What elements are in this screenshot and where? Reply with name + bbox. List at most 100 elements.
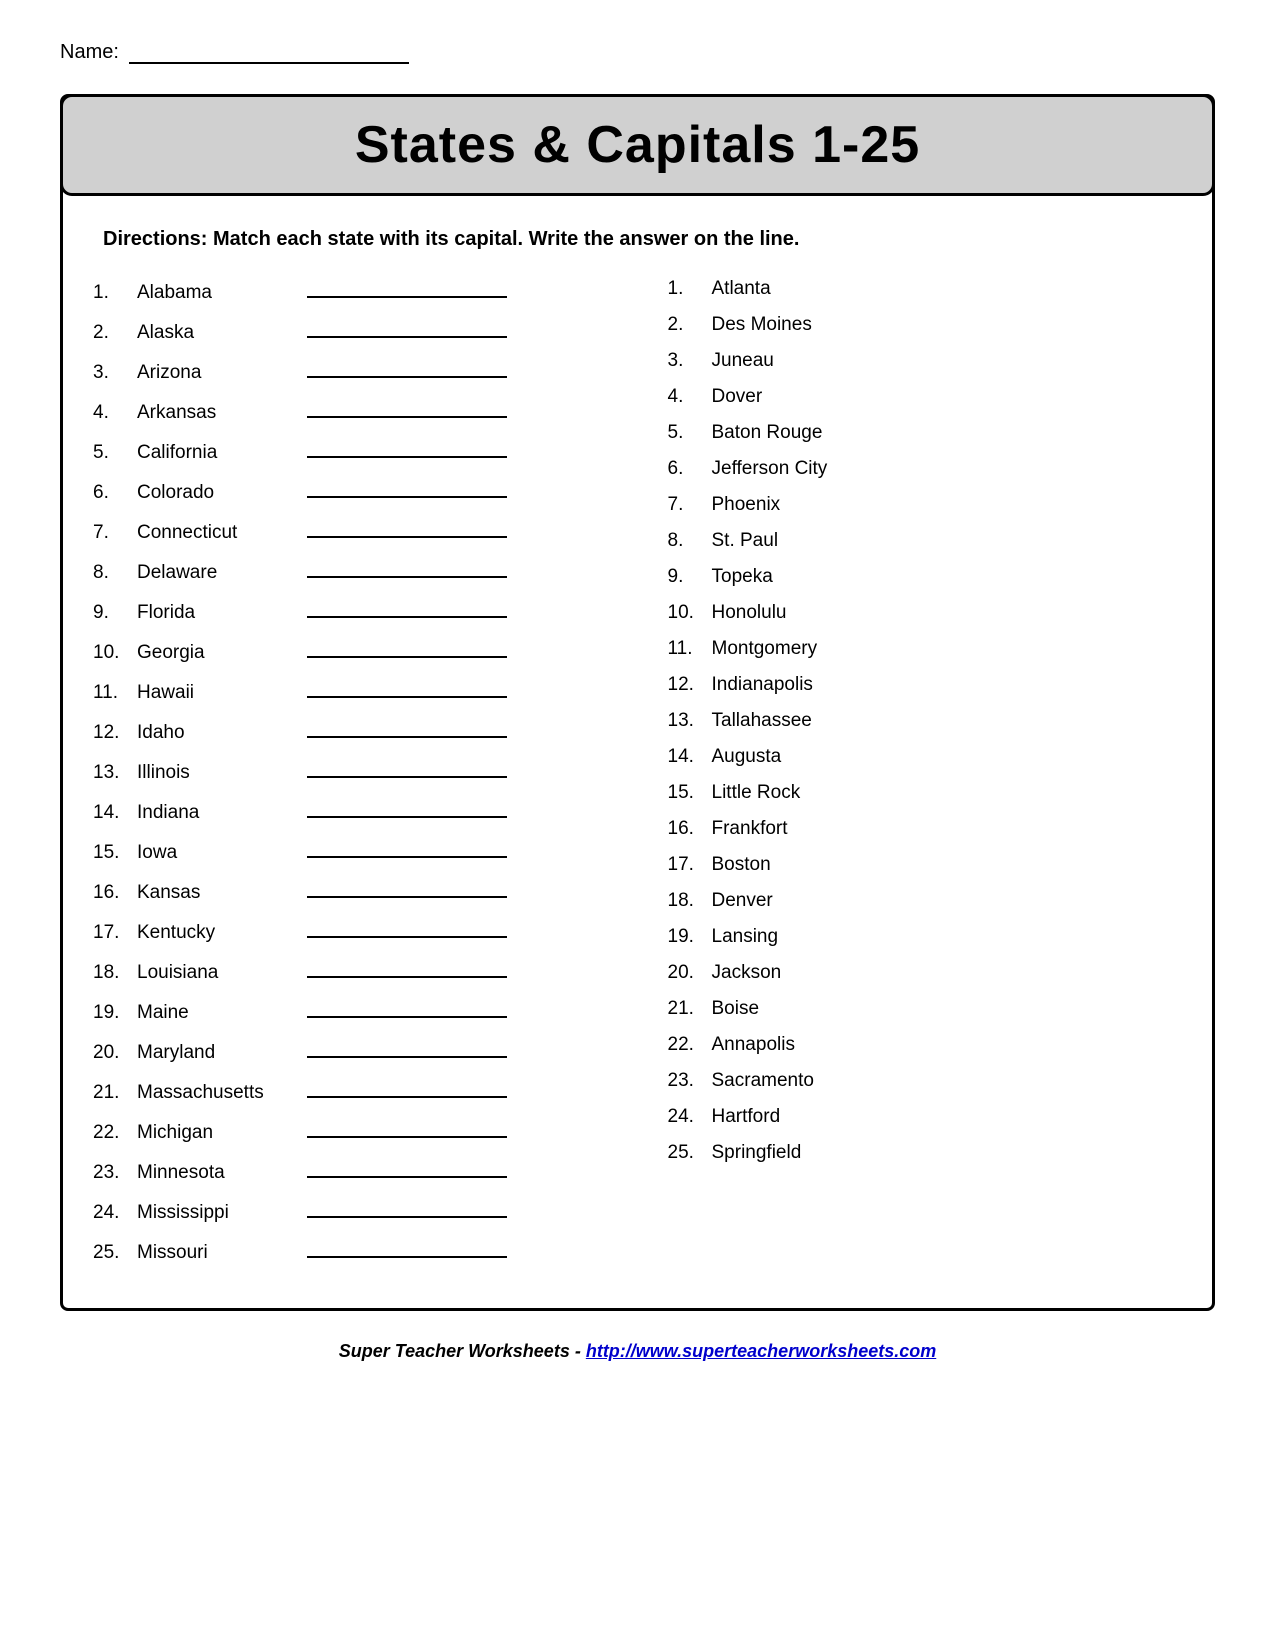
capital-name: St. Paul — [712, 530, 779, 552]
capital-row: 8.St. Paul — [668, 530, 1183, 552]
capital-row: 14.Augusta — [668, 746, 1183, 768]
answer-line[interactable] — [307, 398, 507, 418]
answer-line[interactable] — [307, 478, 507, 498]
capital-num: 23. — [668, 1070, 712, 1092]
capital-num: 25. — [668, 1142, 712, 1164]
state-num: 1. — [93, 282, 137, 304]
name-underline[interactable] — [129, 40, 409, 64]
capital-row: 9.Topeka — [668, 566, 1183, 588]
capital-num: 1. — [668, 278, 712, 300]
answer-line[interactable] — [307, 1078, 507, 1098]
capital-row: 20.Jackson — [668, 962, 1183, 984]
state-num: 21. — [93, 1082, 137, 1104]
capital-num: 17. — [668, 854, 712, 876]
state-row: 5.California — [93, 438, 608, 464]
state-num: 12. — [93, 722, 137, 744]
answer-line[interactable] — [307, 598, 507, 618]
state-num: 8. — [93, 562, 137, 584]
answer-line[interactable] — [307, 878, 507, 898]
answer-line[interactable] — [307, 1158, 507, 1178]
capital-num: 8. — [668, 530, 712, 552]
capital-row: 21.Boise — [668, 998, 1183, 1020]
state-name: California — [137, 442, 297, 464]
capital-name: Honolulu — [712, 602, 787, 624]
answer-line[interactable] — [307, 558, 507, 578]
state-num: 13. — [93, 762, 137, 784]
capital-row: 18.Denver — [668, 890, 1183, 912]
capital-num: 10. — [668, 602, 712, 624]
capital-num: 21. — [668, 998, 712, 1020]
answer-line[interactable] — [307, 1238, 507, 1258]
answer-line[interactable] — [307, 1118, 507, 1138]
answer-line[interactable] — [307, 518, 507, 538]
state-num: 16. — [93, 882, 137, 904]
capital-name: Boston — [712, 854, 771, 876]
state-num: 5. — [93, 442, 137, 464]
answer-line[interactable] — [307, 1038, 507, 1058]
answer-line[interactable] — [307, 318, 507, 338]
capital-row: 19.Lansing — [668, 926, 1183, 948]
capital-num: 19. — [668, 926, 712, 948]
answer-line[interactable] — [307, 918, 507, 938]
state-name: Louisiana — [137, 962, 297, 984]
capital-row: 23.Sacramento — [668, 1070, 1183, 1092]
state-row: 8.Delaware — [93, 558, 608, 584]
capital-num: 15. — [668, 782, 712, 804]
capital-name: Hartford — [712, 1106, 781, 1128]
state-num: 4. — [93, 402, 137, 424]
state-row: 15.Iowa — [93, 838, 608, 864]
name-field: Name: — [60, 40, 1215, 64]
state-name: Missouri — [137, 1242, 297, 1264]
capital-num: 3. — [668, 350, 712, 372]
capitals-column: 1.Atlanta2.Des Moines3.Juneau4.Dover5.Ba… — [628, 278, 1183, 1278]
state-name: Florida — [137, 602, 297, 624]
state-name: Arkansas — [137, 402, 297, 424]
answer-line[interactable] — [307, 638, 507, 658]
capital-row: 12.Indianapolis — [668, 674, 1183, 696]
capital-num: 13. — [668, 710, 712, 732]
answer-line[interactable] — [307, 998, 507, 1018]
answer-line[interactable] — [307, 438, 507, 458]
capital-name: Atlanta — [712, 278, 771, 300]
capital-name: Dover — [712, 386, 763, 408]
state-row: 7.Connecticut — [93, 518, 608, 544]
state-row: 9.Florida — [93, 598, 608, 624]
footer-link[interactable]: http://www.superteacherworksheets.com — [586, 1341, 936, 1361]
capital-num: 4. — [668, 386, 712, 408]
capital-name: Boise — [712, 998, 760, 1020]
state-name: Alaska — [137, 322, 297, 344]
state-row: 22.Michigan — [93, 1118, 608, 1144]
state-row: 16.Kansas — [93, 878, 608, 904]
answer-line[interactable] — [307, 1198, 507, 1218]
capital-name: Frankfort — [712, 818, 788, 840]
state-row: 21.Massachusetts — [93, 1078, 608, 1104]
worksheet-box: States & Capitals 1-25 Directions: Match… — [60, 94, 1215, 1311]
answer-line[interactable] — [307, 358, 507, 378]
capital-num: 18. — [668, 890, 712, 912]
state-num: 17. — [93, 922, 137, 944]
capital-name: Lansing — [712, 926, 779, 948]
state-num: 3. — [93, 362, 137, 384]
answer-line[interactable] — [307, 678, 507, 698]
state-num: 10. — [93, 642, 137, 664]
capital-num: 9. — [668, 566, 712, 588]
state-row: 11.Hawaii — [93, 678, 608, 704]
state-name: Mississippi — [137, 1202, 297, 1224]
capital-num: 2. — [668, 314, 712, 336]
answer-line[interactable] — [307, 798, 507, 818]
answer-line[interactable] — [307, 278, 507, 298]
answer-line[interactable] — [307, 718, 507, 738]
capital-num: 20. — [668, 962, 712, 984]
state-num: 23. — [93, 1162, 137, 1184]
state-name: Georgia — [137, 642, 297, 664]
state-num: 6. — [93, 482, 137, 504]
state-row: 14.Indiana — [93, 798, 608, 824]
answer-line[interactable] — [307, 958, 507, 978]
answer-line[interactable] — [307, 838, 507, 858]
state-num: 14. — [93, 802, 137, 824]
capital-name: Juneau — [712, 350, 774, 372]
answer-line[interactable] — [307, 758, 507, 778]
columns-container: 1.Alabama2.Alaska3.Arizona4.Arkansas5.Ca… — [63, 278, 1212, 1278]
capital-name: Jefferson City — [712, 458, 828, 480]
state-name: Iowa — [137, 842, 297, 864]
